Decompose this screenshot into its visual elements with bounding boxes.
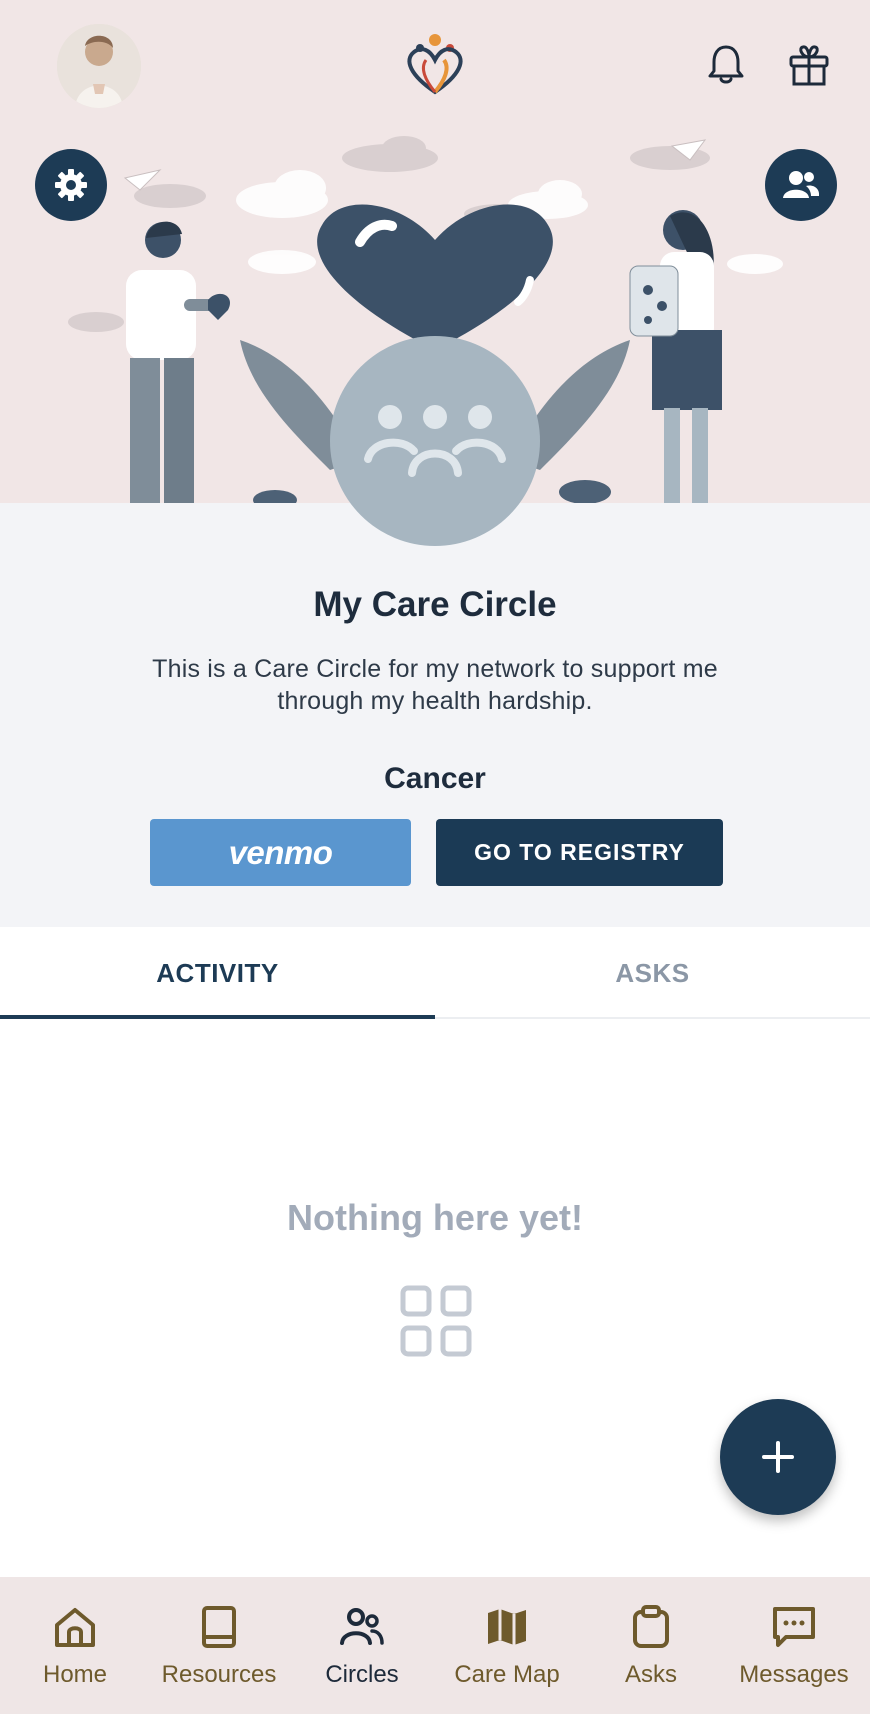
tab-asks-label: ASKS [615, 957, 690, 988]
nav-label-home: Home [42, 1661, 108, 1688]
avatar-photo-icon [57, 24, 141, 108]
circle-description: This is a Care Circle for my network to … [152, 655, 718, 715]
nav-item-home[interactable]: Home [24, 1577, 126, 1714]
empty-state-message: Nothing here yet! [286, 1197, 583, 1238]
nav-item-messages[interactable]: Messages [730, 1577, 858, 1714]
settings-button[interactable] [35, 149, 107, 221]
message-icon [773, 1607, 815, 1647]
nav-label-circles: Circles [325, 1661, 399, 1688]
tab-activity[interactable]: ACTIVITY [0, 927, 435, 1019]
venmo-button[interactable]: venmo [150, 819, 411, 886]
circle-avatar [330, 336, 540, 546]
book-icon [202, 1606, 236, 1648]
nav-label-asks: Asks [624, 1661, 677, 1688]
registry-button[interactable]: GO TO REGISTRY [436, 819, 723, 886]
map-icon [488, 1609, 526, 1645]
nav-item-care-map[interactable]: Care Map [444, 1577, 570, 1714]
gear-icon [55, 169, 87, 201]
nav-item-resources[interactable]: Resources [150, 1577, 288, 1714]
venmo-label: venmo [228, 833, 333, 871]
circle-category: Cancer [384, 762, 486, 795]
nav-item-circles[interactable]: Circles [312, 1577, 412, 1714]
registry-label: GO TO REGISTRY [474, 839, 685, 865]
user-avatar[interactable] [57, 24, 141, 108]
people-icon [783, 171, 820, 198]
members-button[interactable] [765, 149, 837, 221]
add-button[interactable] [720, 1399, 836, 1515]
plus-icon [762, 1441, 794, 1473]
circle-title: My Care Circle [313, 585, 557, 624]
group-icon [364, 405, 506, 477]
tab-asks[interactable]: ASKS [435, 927, 870, 1019]
people-icon [340, 1608, 384, 1645]
clipboard-icon [633, 1605, 669, 1648]
nav-label-resources: Resources [161, 1661, 277, 1688]
bottom-nav: Home Resources Circles Care Map Asks Mes… [0, 1577, 870, 1714]
home-icon [55, 1608, 95, 1647]
heart-people-logo-icon [407, 34, 463, 95]
bell-icon[interactable] [704, 42, 748, 86]
nav-label-care-map: Care Map [454, 1661, 560, 1688]
tab-activity-label: ACTIVITY [156, 957, 279, 988]
gift-icon[interactable] [786, 42, 832, 88]
nav-item-asks[interactable]: Asks [604, 1577, 698, 1714]
grid-icon [400, 1285, 472, 1357]
nav-label-messages: Messages [739, 1661, 849, 1688]
top-bar [0, 0, 870, 130]
tab-bar: ACTIVITY ASKS [0, 927, 870, 1019]
